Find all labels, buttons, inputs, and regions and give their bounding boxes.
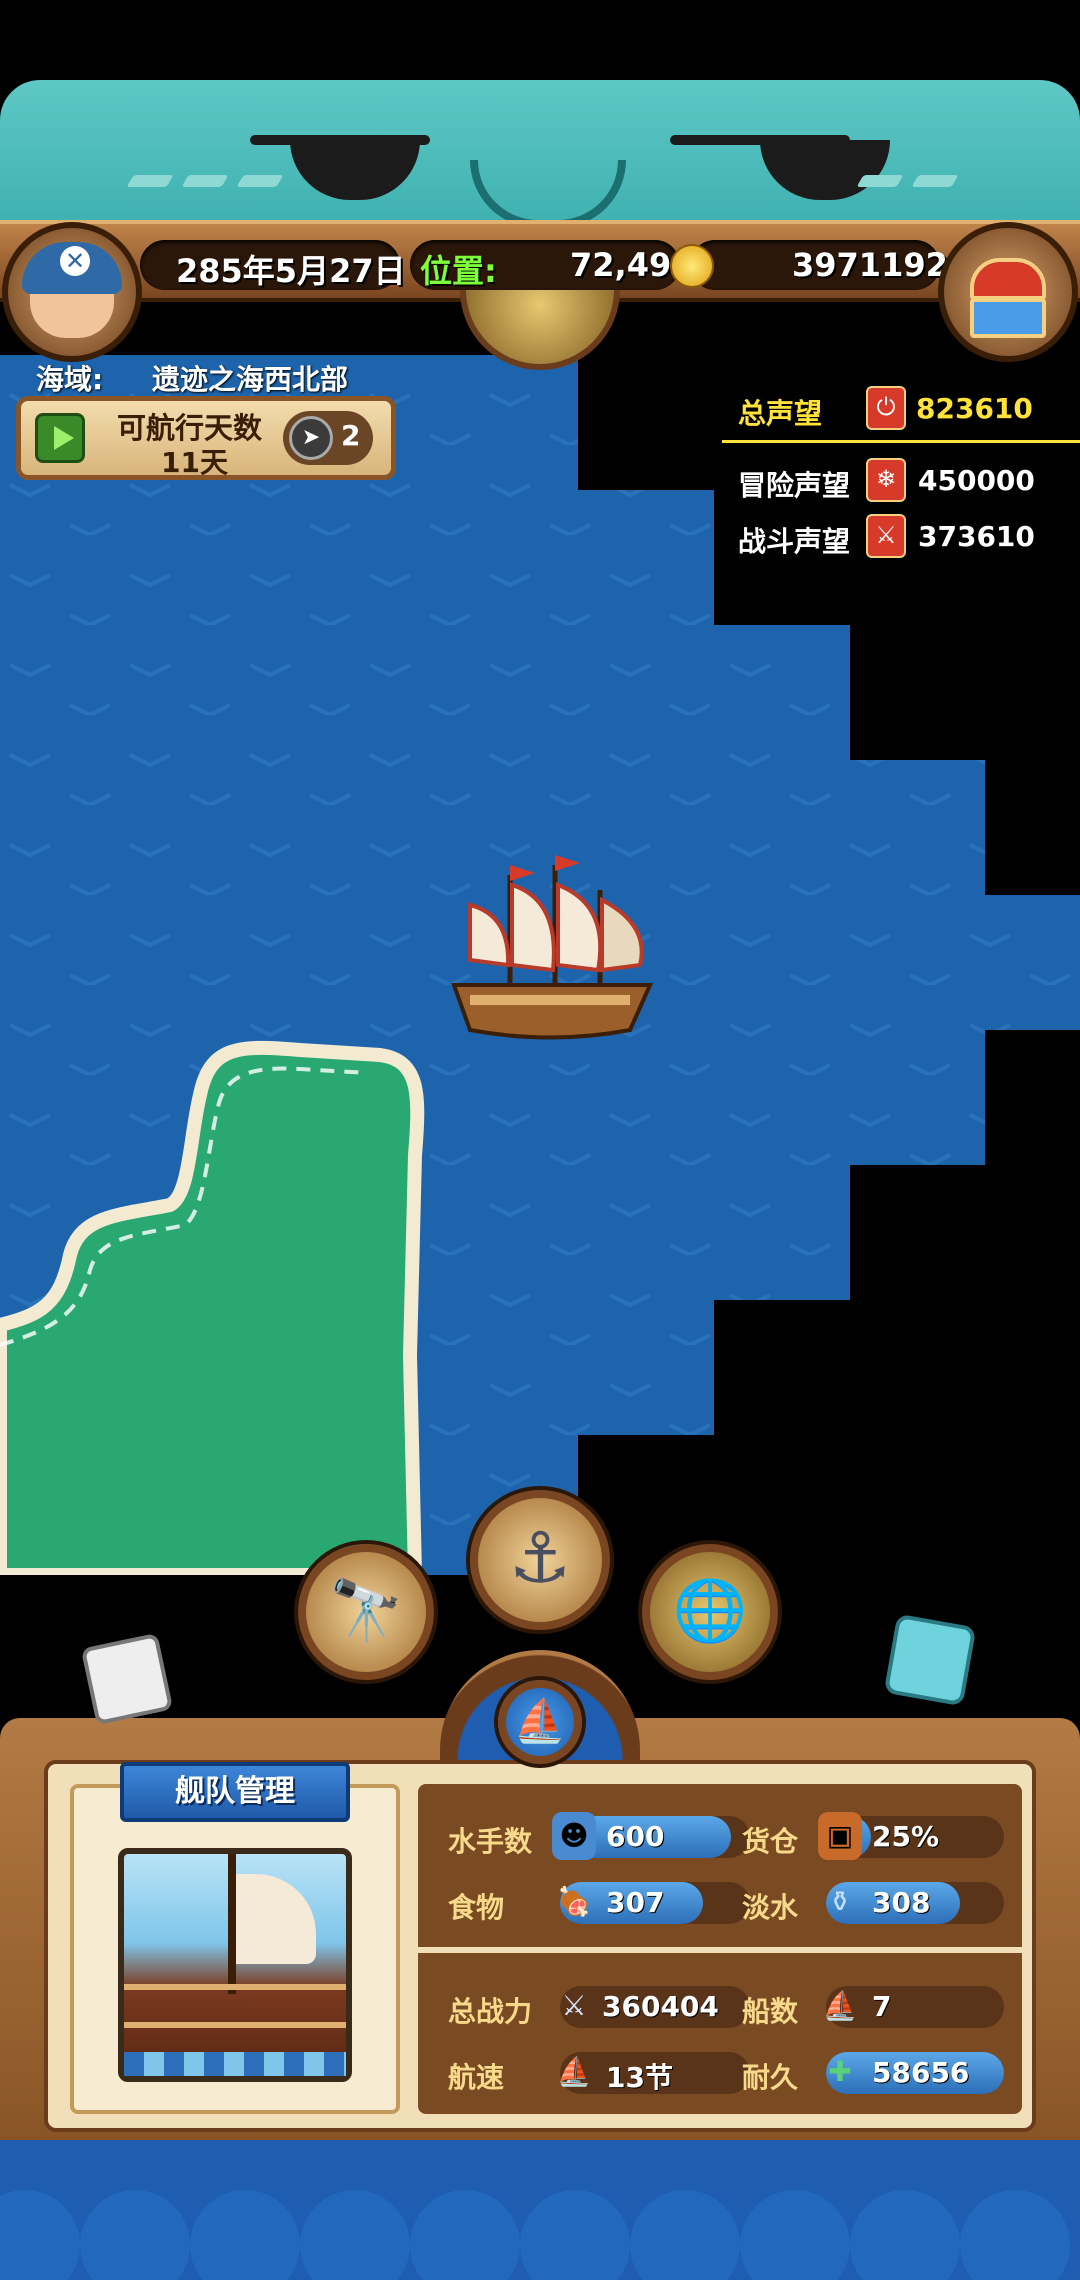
reputation-divider <box>722 440 1080 443</box>
cyan-cat-mascot-icon <box>883 1613 977 1707</box>
white-cube-mascot-icon <box>80 1632 174 1726</box>
durability-label: 耐久 <box>742 2061 799 2094</box>
sail-ship-button[interactable]: ⛵ <box>498 1680 582 1764</box>
battle-reputation-icon: ⚔ <box>866 514 906 558</box>
water-label: 淡水 <box>742 1891 799 1924</box>
food-bar: 🍖 307 <box>557 1882 750 1924</box>
cat-stripe <box>236 175 284 187</box>
region-name: 遗迹之海西北部 <box>152 363 349 396</box>
fleet-scroll: 舰队管理 <box>70 1762 400 2114</box>
food-label: 食物 <box>448 1891 505 1924</box>
battle-reputation-label: 战斗声望 <box>738 525 851 558</box>
power-value: 360404 <box>602 1990 719 2023</box>
chest-gems-icon <box>970 298 1046 338</box>
total-reputation-label: 总声望 <box>738 397 823 430</box>
sail-speed-icon: ⛵ <box>556 2055 592 2088</box>
position-label: 位置: <box>420 252 497 290</box>
repair-wrench-icon: ✚ <box>828 2055 852 2088</box>
cat-eye-right <box>760 140 890 200</box>
telescope-button[interactable]: 🔭 <box>298 1544 434 1680</box>
ships-value: 7 <box>872 1990 892 2023</box>
player-avatar[interactable]: ✕ <box>2 222 142 362</box>
crossed-swords-icon: ⚔ <box>561 1989 587 2022</box>
speed-bar: ⛵ 13节 <box>557 2052 750 2094</box>
compass-button[interactable]: ➤ 2 <box>283 411 373 465</box>
sailors-value: 600 <box>606 1820 665 1853</box>
power-bar: ⚔ 360404 <box>560 1986 750 2028</box>
anchor-button[interactable]: ⚓ <box>470 1490 610 1630</box>
cat-mouth <box>470 160 626 225</box>
gold-coin-icon <box>670 244 714 288</box>
water-bar: ⚱ 308 <box>826 1882 1004 1924</box>
cat-banner <box>0 80 1080 225</box>
game-date: 285年5月27日 <box>176 252 406 290</box>
treasure-chest-button[interactable] <box>938 222 1078 362</box>
sailing-days-panel: 可航行天数 11天 ➤ 2 <box>16 396 396 480</box>
sailor-icon: ☻ <box>552 1812 596 1860</box>
water-jug-icon: ⚱ <box>828 1885 852 1918</box>
sailing-days-value: 11天 <box>161 446 228 479</box>
sailors-label: 水手数 <box>448 1825 533 1858</box>
durability-value: 58656 <box>872 2056 970 2089</box>
fleet-panel-inner: 舰队管理 水手数 ☻ 600 货仓 ▣ 25% 食物 🍖 307 淡水 ⚱ 30… <box>44 1760 1036 2132</box>
ships-bar: ⛵ 7 <box>823 1986 1004 2028</box>
speed-label: 航速 <box>448 2061 505 2094</box>
adventure-reputation-icon: ❄ <box>866 458 906 502</box>
gold-amount: 3971192 <box>792 246 948 284</box>
power-label: 总战力 <box>448 1995 533 2028</box>
fleet-management-title[interactable]: 舰队管理 <box>120 1762 350 1822</box>
ship-count-icon: ⛵ <box>822 1989 858 2022</box>
cargo-label: 货仓 <box>742 1825 799 1858</box>
chest-lid-icon <box>970 258 1046 300</box>
cargo-crate-icon: ▣ <box>818 1812 862 1860</box>
skull-x-icon: ✕ <box>60 246 90 276</box>
cat-stripe <box>856 175 904 187</box>
total-reputation-icon: ⏻ <box>866 386 906 430</box>
ships-label: 船数 <box>742 1995 799 2028</box>
cat-stripe <box>181 175 229 187</box>
water-value: 308 <box>872 1886 931 1919</box>
stats-divider <box>418 1947 1022 1953</box>
ship-portrait-image[interactable] <box>118 1848 352 2082</box>
cat-stripe <box>911 175 959 187</box>
fleet-panel: 舰队管理 水手数 ☻ 600 货仓 ▣ 25% 食物 🍖 307 淡水 ⚱ 30… <box>0 1718 1080 2140</box>
meat-icon: 🍖 <box>556 1885 592 1918</box>
food-value: 307 <box>606 1886 665 1919</box>
auto-sail-play-button[interactable] <box>35 413 85 463</box>
world-map-button[interactable]: 🌐 <box>642 1544 778 1680</box>
cat-stripe <box>126 175 174 187</box>
total-reputation-value: 823610 <box>916 392 1033 425</box>
compass-arrow-icon: ➤ <box>289 416 333 460</box>
bottom-waves <box>0 2140 1080 2280</box>
sailors-bar: ☻ 600 <box>552 1812 750 1860</box>
position-value: 72,49 <box>570 246 672 284</box>
adventure-reputation-value: 450000 <box>918 464 1035 497</box>
durability-bar: ✚ 58656 <box>826 2052 1004 2094</box>
speed-value: 13节 <box>606 2061 673 2094</box>
cargo-bar: ▣ 25% <box>818 1812 1004 1860</box>
cargo-value: 25% <box>872 1820 940 1853</box>
battle-reputation-value: 373610 <box>918 520 1035 553</box>
compass-count: 2 <box>341 419 361 452</box>
cat-eye-left <box>290 140 420 200</box>
region-label: 海域: <box>36 363 104 396</box>
adventure-reputation-label: 冒险声望 <box>738 469 851 502</box>
